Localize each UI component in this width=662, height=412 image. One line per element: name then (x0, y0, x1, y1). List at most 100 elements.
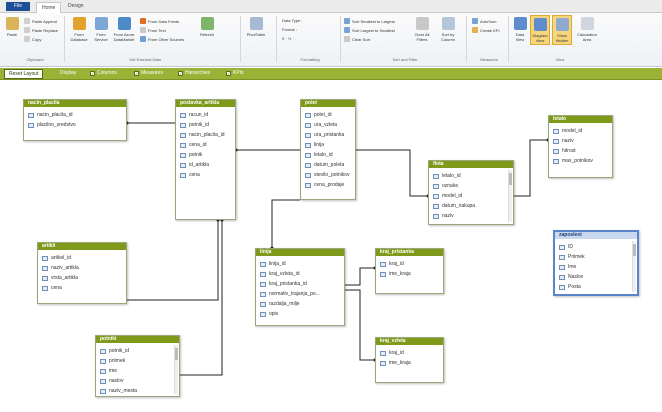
table-column-row[interactable]: linija_id (260, 259, 341, 269)
table-column-row[interactable]: normativ_trajanja_po... (260, 289, 341, 299)
column-icon (260, 301, 266, 307)
table-header[interactable]: letalo (549, 116, 612, 123)
column-name: linija_id (269, 261, 286, 267)
column-name: nacin_placila_id (189, 132, 225, 138)
table-column-row[interactable]: ura_pristanka (305, 130, 352, 140)
table-column-row[interactable]: naziv_artikla (42, 263, 123, 273)
table-column-row[interactable]: Posta (559, 282, 634, 292)
column-list: polet_id ura_vzleta ura_pristanka linija let… (301, 107, 355, 192)
scroll-thumb[interactable] (175, 348, 178, 360)
scroll-thumb[interactable] (633, 244, 636, 256)
table-column-row[interactable]: linija (305, 140, 352, 150)
column-name: id_artikla (189, 162, 210, 168)
table-column-row[interactable]: naziv (553, 136, 609, 146)
table-column-row[interactable]: nacin_placila_id (180, 130, 232, 140)
table-column-row[interactable]: naziv_mesta (100, 386, 176, 396)
table-column-row[interactable]: naziv (433, 211, 510, 221)
table-column-row[interactable]: ime_kraja (380, 358, 440, 368)
table-header[interactable]: linija (256, 249, 344, 256)
column-name: polet_id (314, 112, 332, 118)
table-column-row[interactable]: potnik_id (180, 120, 232, 130)
table-column-row[interactable]: max_potnikov (553, 156, 609, 166)
column-name: model_id (442, 193, 463, 199)
scroll-thumb[interactable] (509, 173, 512, 185)
table-header[interactable]: zaposleni (555, 232, 637, 239)
table-header[interactable]: artikli (38, 243, 126, 250)
table-header[interactable]: kraj_vzleta (376, 338, 443, 345)
table-column-row[interactable]: polet_id (305, 110, 352, 120)
column-name: Priimek (568, 254, 585, 260)
column-name: kraj_pristanka_id (269, 281, 307, 287)
table-scrollbar[interactable] (174, 345, 178, 394)
table-column-row[interactable]: model_id (433, 191, 510, 201)
table-letalo[interactable]: letalo model_id naziv hitrost max_potnikov (548, 115, 613, 178)
column-name: naziv (442, 213, 454, 219)
table-nacin-placila[interactable]: nacin_placila nacin_placila_id placilno_sr… (23, 99, 127, 141)
table-column-row[interactable]: potnik (180, 150, 232, 160)
column-name: datum_poleta (314, 162, 345, 168)
table-column-row[interactable]: model_id (553, 126, 609, 136)
table-linija[interactable]: linija linija_id kraj_vzleta_id kraj_prista… (255, 248, 345, 326)
table-header[interactable]: flota (429, 161, 513, 168)
table-postavka-artikla[interactable]: postavka_artikla racun_id potnik_id nacin_p… (175, 99, 236, 220)
table-column-row[interactable]: kraj_id (380, 259, 440, 269)
table-artikli[interactable]: artikli artikel_id naziv_artikla vrsta_arti… (37, 242, 127, 304)
table-column-row[interactable]: ime_kraja (380, 269, 440, 279)
table-potniki[interactable]: potniki potnik_id priimek ime naslov naziv_me… (95, 335, 180, 397)
column-name: vrsta_artikla (51, 275, 78, 281)
table-column-row[interactable]: stevilo_potnikov (305, 170, 352, 180)
table-column-row[interactable]: kraj_vzleta_id (260, 269, 341, 279)
table-column-row[interactable]: vrsta_artikla (42, 273, 123, 283)
table-column-row[interactable]: kraj_id (380, 348, 440, 358)
table-header[interactable]: postavka_artikla (176, 100, 235, 107)
table-column-row[interactable]: Priimek (559, 252, 634, 262)
table-column-row[interactable]: potnik_id (100, 346, 176, 356)
table-scrollbar[interactable] (508, 170, 512, 222)
table-zaposleni[interactable]: zaposleni ID Priimek Ime Naslov Posta (553, 230, 639, 296)
table-column-row[interactable]: ime (100, 366, 176, 376)
table-column-row[interactable]: letalo_id (305, 150, 352, 160)
table-header[interactable]: polet (301, 100, 355, 107)
column-name: ID (568, 244, 573, 250)
table-column-row[interactable]: kraj_pristanka_id (260, 279, 341, 289)
table-column-row[interactable]: placilno_sredstvo (28, 120, 123, 130)
column-name: stevilo_potnikov (314, 172, 350, 178)
column-list: kraj_id ime_kraja (376, 256, 443, 281)
column-name: ime (109, 368, 118, 374)
table-column-row[interactable]: naslov (100, 376, 176, 386)
table-polet[interactable]: polet polet_id ura_vzleta ura_pristanka lini… (300, 99, 356, 200)
table-column-row[interactable]: cena_id (180, 140, 232, 150)
table-header[interactable]: potniki (96, 336, 179, 343)
table-column-row[interactable]: opis (260, 309, 341, 319)
column-icon (100, 368, 106, 374)
table-column-row[interactable]: cena (42, 283, 123, 293)
table-column-row[interactable]: datum_nakupa (433, 201, 510, 211)
column-icon (180, 152, 186, 158)
column-icon (180, 122, 186, 128)
table-scrollbar[interactable] (632, 241, 636, 292)
table-flota[interactable]: flota letalo_id oznake model_id datum_nakupa… (428, 160, 514, 225)
table-column-row[interactable]: id_artikla (180, 160, 232, 170)
column-name: normativ_trajanja_po... (269, 291, 320, 297)
table-header[interactable]: nacin_placila (24, 100, 126, 107)
column-name: max_potnikov (562, 158, 593, 164)
table-column-row[interactable]: priimek (100, 356, 176, 366)
table-column-row[interactable]: ura_vzleta (305, 120, 352, 130)
table-kraj-vzleta[interactable]: kraj_vzleta kraj_id ime_kraja (375, 337, 444, 383)
table-column-row[interactable]: razdalja_milje (260, 299, 341, 309)
table-column-row[interactable]: artikel_id (42, 253, 123, 263)
table-column-row[interactable]: racun_id (180, 110, 232, 120)
table-column-row[interactable]: cena (180, 170, 232, 180)
table-kraj-pristanka[interactable]: kraj_pristanka kraj_id ime_kraja (375, 248, 444, 294)
table-column-row[interactable]: hitrost (553, 146, 609, 156)
table-column-row[interactable]: Naslov (559, 272, 634, 282)
column-name: Ime (568, 264, 577, 270)
table-column-row[interactable]: letalo_id (433, 171, 510, 181)
table-column-row[interactable]: ID (559, 242, 634, 252)
table-column-row[interactable]: datum_poleta (305, 160, 352, 170)
table-column-row[interactable]: oznake (433, 181, 510, 191)
table-column-row[interactable]: cena_prodaje (305, 180, 352, 190)
table-column-row[interactable]: Ime (559, 262, 634, 272)
table-header[interactable]: kraj_pristanka (376, 249, 443, 256)
table-column-row[interactable]: nacin_placila_id (28, 110, 123, 120)
